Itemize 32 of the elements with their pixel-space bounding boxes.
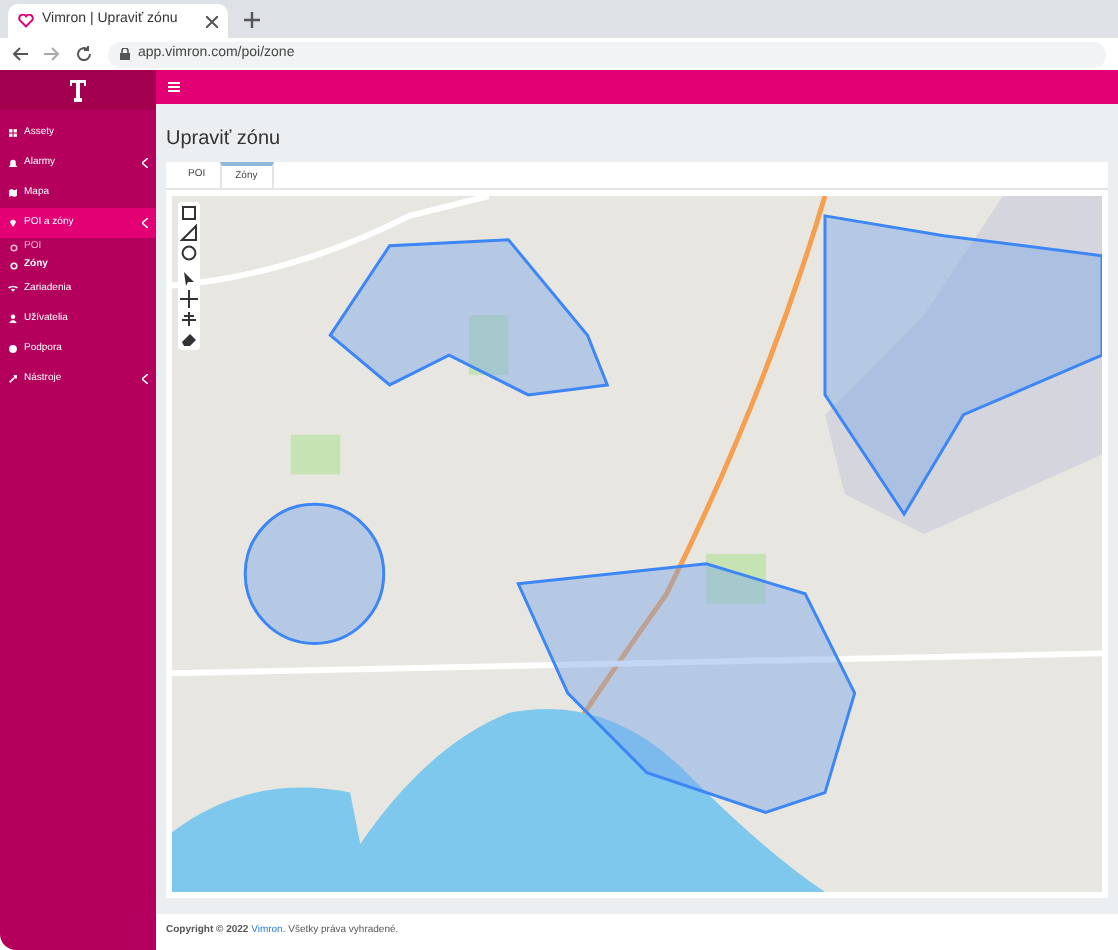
map-icon bbox=[8, 188, 18, 198]
reload-icon[interactable] bbox=[76, 46, 92, 62]
close-icon[interactable] bbox=[206, 15, 218, 27]
heart-icon bbox=[18, 14, 34, 28]
user-icon bbox=[8, 314, 18, 324]
circle-icon bbox=[10, 243, 18, 251]
eraser-icon[interactable] bbox=[180, 330, 198, 348]
grid-icon bbox=[8, 128, 18, 138]
zone-circle[interactable] bbox=[243, 502, 386, 645]
pin-icon bbox=[8, 218, 18, 228]
lock-icon bbox=[120, 48, 130, 60]
page-title: Upraviť zónu bbox=[166, 126, 283, 154]
circle-icon bbox=[10, 261, 18, 269]
circle-icon[interactable] bbox=[180, 244, 198, 262]
wifi-icon bbox=[8, 284, 18, 294]
chevron-icon bbox=[142, 218, 148, 228]
menu-icon[interactable] bbox=[168, 82, 180, 92]
chevron-icon bbox=[142, 158, 148, 168]
cursor-icon[interactable] bbox=[180, 270, 198, 288]
new-tab-icon[interactable] bbox=[244, 12, 260, 28]
chevron-icon bbox=[142, 374, 148, 384]
bell-icon bbox=[8, 158, 18, 168]
park-area bbox=[468, 315, 509, 375]
zone-polygon[interactable] bbox=[328, 238, 610, 397]
zone-polygon[interactable] bbox=[516, 562, 857, 815]
park-area bbox=[290, 434, 341, 475]
back-icon[interactable] bbox=[12, 46, 28, 62]
polygon-icon[interactable] bbox=[180, 224, 198, 242]
rectangle-icon[interactable] bbox=[180, 204, 198, 222]
logo-icon[interactable] bbox=[70, 79, 86, 101]
park-area bbox=[706, 553, 766, 604]
move-icon[interactable] bbox=[180, 290, 198, 308]
